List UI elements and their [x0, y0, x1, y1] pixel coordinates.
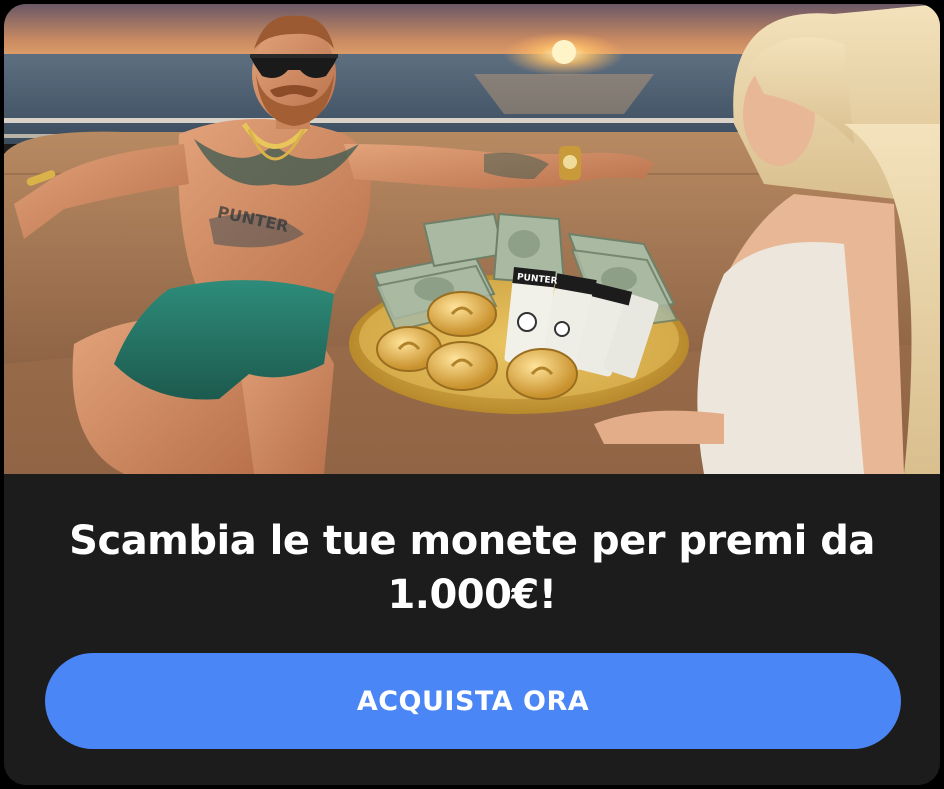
hero-illustration: PUNTER PUNTER — [4, 4, 940, 474]
promo-card: PUNTER PUNTER Scambia le tue monete per … — [4, 4, 940, 785]
buy-now-button[interactable]: ACQUISTA ORA — [45, 653, 901, 749]
promo-title: Scambia le tue monete per premi da 1.000… — [69, 518, 875, 618]
